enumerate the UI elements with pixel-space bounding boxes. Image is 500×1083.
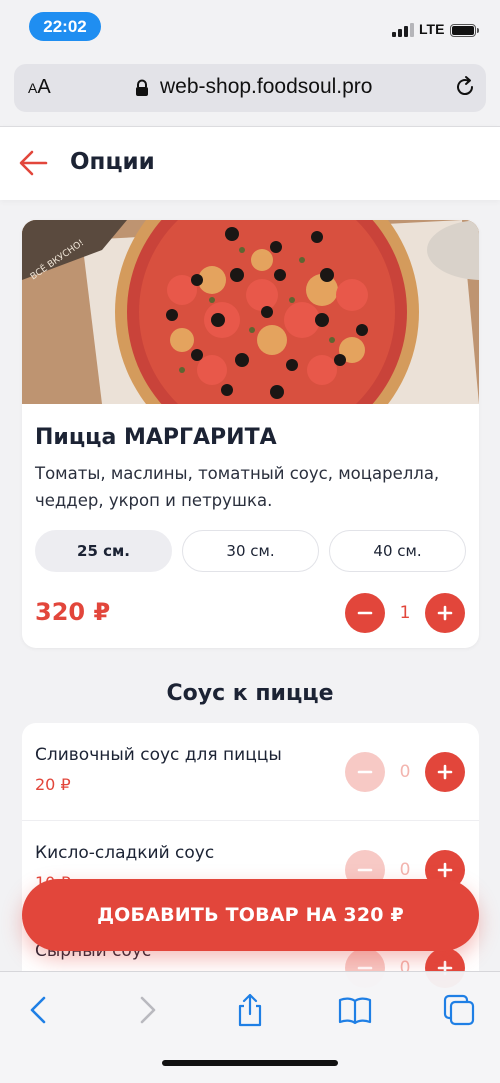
home-indicator — [162, 1060, 338, 1066]
sauce-quantity: 0 — [399, 762, 411, 782]
browser-forward-icon[interactable] — [128, 992, 164, 1028]
sauce-name: Сливочный соус для пиццы — [35, 745, 282, 765]
text-size-button[interactable]: AA — [28, 76, 51, 99]
status-time: 22:02 — [29, 12, 101, 41]
page-title: Опции — [70, 149, 155, 175]
decrease-quantity-button[interactable] — [345, 593, 385, 633]
minus-icon — [357, 868, 373, 872]
add-to-cart-button[interactable]: ДОБАВИТЬ ТОВАР НА 320 ₽ — [22, 879, 479, 951]
network-label: LTE — [419, 21, 445, 37]
size-option-30[interactable]: 30 см. — [182, 530, 319, 572]
app-header: Опции — [0, 126, 500, 200]
increase-quantity-button[interactable] — [425, 593, 465, 633]
plus-icon — [437, 862, 453, 878]
share-icon[interactable] — [232, 992, 268, 1028]
plus-icon — [437, 605, 453, 621]
bookmarks-icon[interactable] — [337, 992, 373, 1028]
sauce-option: Сливочный соус для пиццы 20 ₽ 0 — [22, 723, 479, 821]
quantity-value: 1 — [399, 603, 411, 623]
section-title-sauces: Соус к пицце — [166, 681, 334, 706]
product-card: ВСЁ ВКУСНО! Пицца МАРГАРИТА Томаты, масл… — [22, 220, 479, 648]
size-option-25[interactable]: 25 см. — [35, 530, 172, 572]
battery-icon — [450, 24, 479, 37]
sauce-name: Кисло-сладкий соус — [35, 843, 215, 863]
sauce-price: 20 ₽ — [35, 775, 71, 794]
product-description: Томаты, маслины, томатный соус, моцарелл… — [35, 464, 440, 510]
minus-icon — [357, 611, 373, 615]
product-price: 320 ₽ — [35, 598, 111, 626]
sauce-quantity: 0 — [399, 860, 411, 880]
lock-icon — [136, 79, 148, 96]
product-quantity-stepper: 1 — [345, 593, 465, 633]
signal-icon — [392, 23, 414, 37]
size-selector: 25 см. 30 см. 40 см. — [35, 530, 466, 572]
status-bar: 22:02 LTE — [0, 0, 500, 58]
reload-icon[interactable] — [453, 75, 477, 99]
address-bar[interactable]: AA web-shop.foodsoul.pro — [14, 64, 486, 112]
minus-icon — [357, 770, 373, 774]
decrease-sauce-button[interactable] — [345, 752, 385, 792]
plus-icon — [437, 764, 453, 780]
url-text[interactable]: web-shop.foodsoul.pro — [160, 75, 372, 99]
increase-sauce-button[interactable] — [425, 752, 465, 792]
browser-toolbar — [0, 971, 500, 1083]
size-option-40[interactable]: 40 см. — [329, 530, 466, 572]
sauce-quantity-stepper: 0 — [345, 752, 465, 792]
back-arrow-icon[interactable] — [18, 149, 50, 177]
browser-back-icon[interactable] — [22, 992, 58, 1028]
product-name: Пицца МАРГАРИТА — [35, 425, 277, 450]
tabs-icon[interactable] — [441, 992, 477, 1028]
pizza-image: ВСЁ ВКУСНО! — [22, 220, 479, 404]
